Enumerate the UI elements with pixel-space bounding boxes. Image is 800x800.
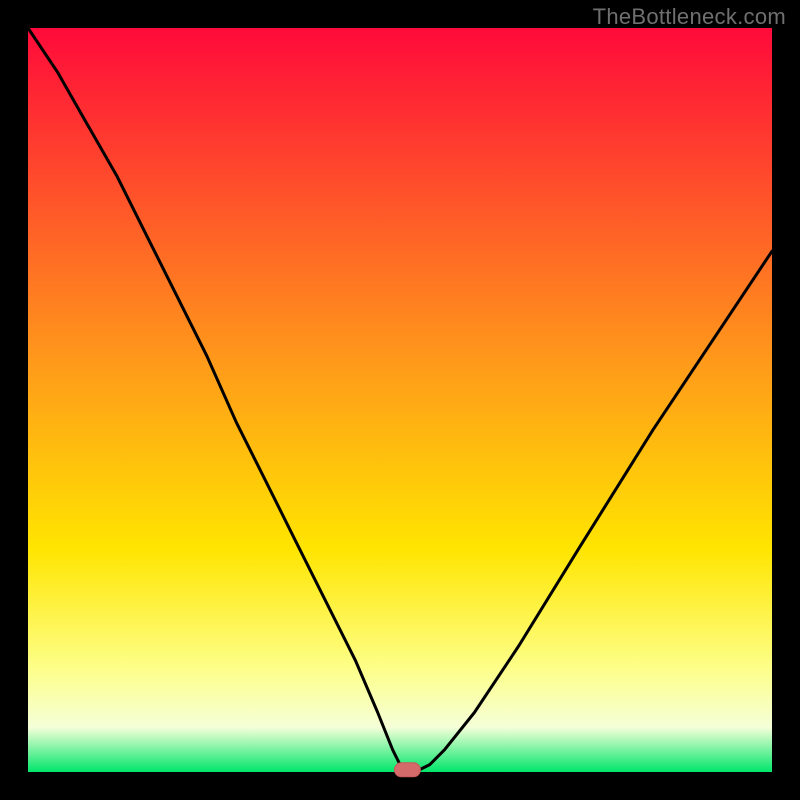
watermark-text: TheBottleneck.com: [593, 4, 786, 30]
bottleneck-chart: [0, 0, 800, 800]
optimal-marker: [394, 763, 420, 777]
chart-frame: TheBottleneck.com: [0, 0, 800, 800]
plot-background: [28, 28, 772, 772]
